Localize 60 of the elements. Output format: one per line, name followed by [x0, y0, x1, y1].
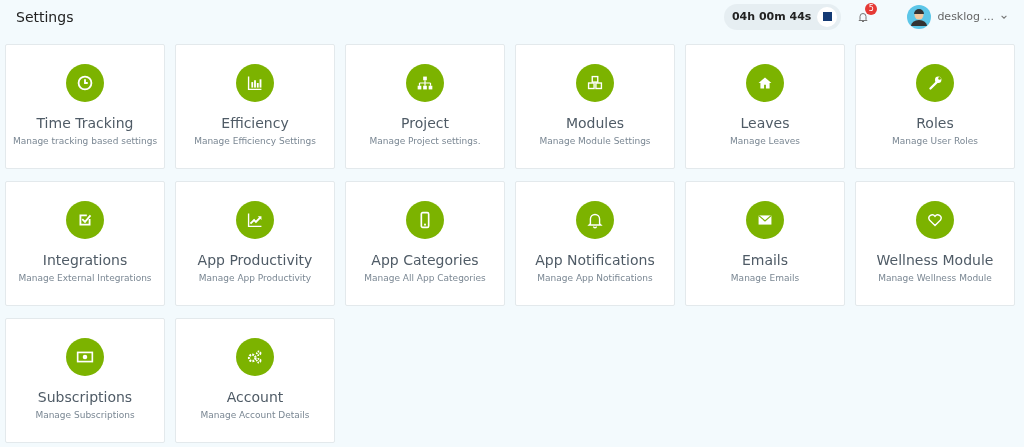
line-chart-icon: [236, 201, 274, 239]
card-description: Manage Emails: [730, 273, 800, 283]
settings-card[interactable]: Wellness Module Manage Wellness Module: [855, 181, 1015, 306]
card-description: Manage User Roles: [891, 136, 979, 146]
card-title: Modules: [565, 115, 625, 131]
settings-card[interactable]: Time Tracking Manage tracking based settings: [5, 44, 165, 169]
wrench-icon: [916, 64, 954, 102]
user-name[interactable]: desklog ...: [937, 10, 994, 23]
card-title: App Categories: [371, 252, 479, 268]
card-description: Manage App Notifications: [537, 273, 653, 283]
settings-card[interactable]: Emails Manage Emails: [685, 181, 845, 306]
card-description: Manage tracking based settings: [12, 136, 158, 146]
envelope-icon: [746, 201, 784, 239]
card-title: App Notifications: [535, 252, 655, 268]
cubes-icon: [576, 64, 614, 102]
banknote-icon: [66, 338, 104, 376]
bell-icon: [576, 201, 614, 239]
settings-card[interactable]: App Notifications Manage App Notifications: [515, 181, 675, 306]
settings-card[interactable]: Roles Manage User Roles: [855, 44, 1015, 169]
card-title: Subscriptions: [37, 389, 133, 405]
card-title: Time Tracking: [36, 115, 134, 131]
stop-button[interactable]: [817, 6, 838, 27]
house-icon: [746, 64, 784, 102]
card-description: Manage Wellness Module: [878, 273, 992, 283]
card-description: Manage All App Categories: [364, 273, 486, 283]
settings-card[interactable]: App Categories Manage All App Categories: [345, 181, 505, 306]
card-title: Project: [401, 115, 449, 131]
card-title: Emails: [741, 252, 789, 268]
bell-icon: [857, 10, 870, 23]
timer: 04h 00m 44s: [723, 3, 842, 30]
card-title: Efficiency: [221, 115, 289, 131]
card-title: App Productivity: [197, 252, 313, 268]
card-description: Manage App Productivity: [198, 273, 312, 283]
settings-card[interactable]: Integrations Manage External Integrations: [5, 181, 165, 306]
card-title: Wellness Module: [876, 252, 994, 268]
settings-card[interactable]: Leaves Manage Leaves: [685, 44, 845, 169]
clock-icon: [66, 64, 104, 102]
avatar-icon[interactable]: [907, 4, 932, 29]
card-description: Manage Leaves: [729, 136, 801, 146]
card-title: Integrations: [42, 252, 128, 268]
card-description: Manage Project settings.: [369, 136, 481, 146]
bar-chart-icon: [236, 64, 274, 102]
card-description: Manage Efficiency Settings: [194, 136, 316, 146]
settings-card[interactable]: Project Manage Project settings.: [345, 44, 505, 169]
card-description: Manage Account Details: [200, 410, 310, 420]
card-description: Manage Subscriptions: [35, 410, 135, 420]
card-title: Account: [226, 389, 284, 405]
card-description: Manage Module Settings: [539, 136, 651, 146]
card-title: Leaves: [740, 115, 790, 131]
settings-card[interactable]: Account Manage Account Details: [175, 318, 335, 443]
card-title: Roles: [916, 115, 954, 131]
settings-card[interactable]: Modules Manage Module Settings: [515, 44, 675, 169]
page-title: Settings: [16, 8, 75, 25]
settings-card[interactable]: App Productivity Manage App Productivity: [175, 181, 335, 306]
notification-badge: 5: [865, 2, 878, 15]
settings-card[interactable]: Efficiency Manage Efficiency Settings: [175, 44, 335, 169]
card-description: Manage External Integrations: [18, 273, 152, 283]
hierarchy-icon: [406, 64, 444, 102]
settings-card[interactable]: Subscriptions Manage Subscriptions: [5, 318, 165, 443]
phone-icon: [406, 201, 444, 239]
